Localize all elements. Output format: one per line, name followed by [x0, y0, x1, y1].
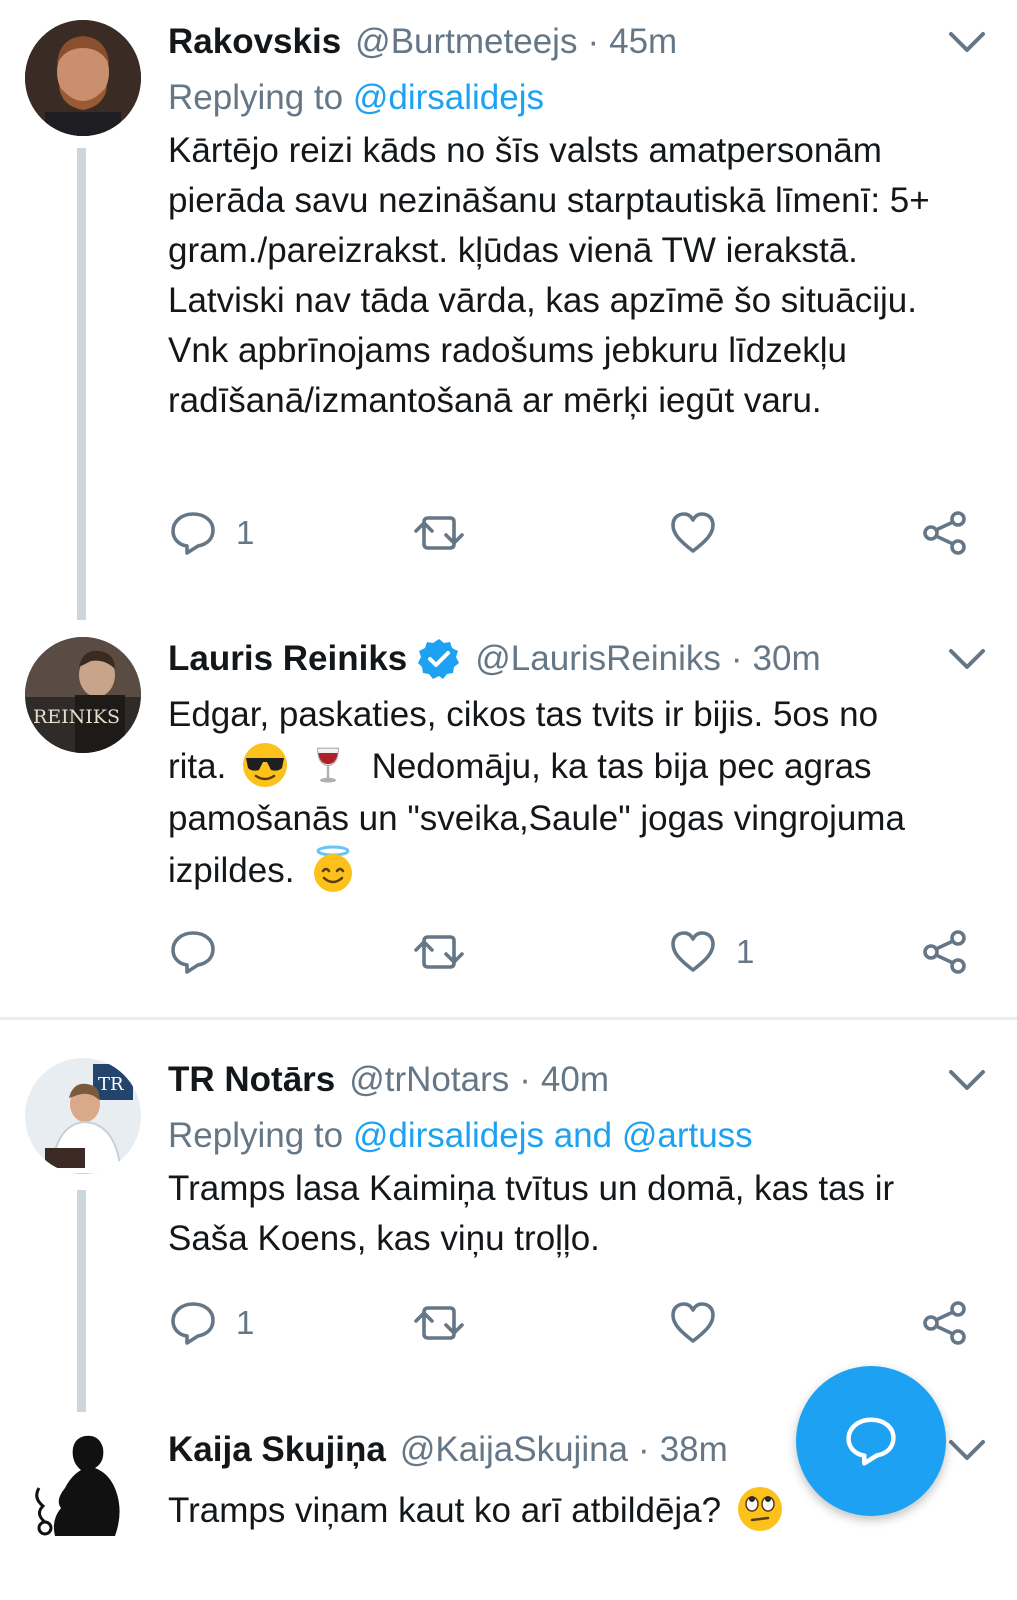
tweet-time[interactable]: 40m [541, 1060, 609, 1100]
tweet-tr-notars[interactable]: TR TR Notārs @trNotars · 40m Replying to… [0, 1040, 1017, 1412]
avatar[interactable]: REINIKS [25, 637, 141, 753]
tweet-text-line: rita. Nedomāju, ka tas bija pec agras [168, 741, 977, 793]
retweet-button[interactable] [414, 1298, 464, 1348]
retweet-icon [414, 1306, 464, 1340]
avatar[interactable] [25, 20, 141, 136]
author-handle[interactable]: @KaijaSkujina [400, 1430, 628, 1470]
like-button[interactable] [668, 1298, 718, 1348]
chevron-down-icon[interactable] [947, 1436, 987, 1464]
tweet-text: Kārtējo reizi kāds no šīs valsts amatper… [168, 131, 930, 420]
wine-glass-emoji-icon [316, 747, 339, 783]
share-icon [923, 1301, 966, 1345]
separator-dot: · [519, 1060, 531, 1099]
share-button[interactable] [920, 927, 970, 977]
tweet-time[interactable]: 30m [753, 639, 821, 679]
retweet-button[interactable] [414, 508, 464, 558]
share-icon [923, 930, 966, 974]
tweet-actions: 1 [168, 927, 977, 977]
heart-icon [671, 931, 715, 972]
author-name[interactable]: Kaija Skujiņa [168, 1430, 386, 1470]
author-handle[interactable]: @LaurisReiniks [475, 639, 721, 679]
tweet-text-segment: rita. [168, 747, 227, 786]
replying-to-label: Replying to [168, 1116, 344, 1155]
separator-dot: · [730, 639, 743, 678]
heart-icon [671, 1302, 715, 1343]
separator-dot: · [638, 1430, 650, 1469]
retweet-icon [414, 935, 464, 969]
tweet-actions: 1 [168, 508, 977, 558]
tweet-text-segment: Tramps viņam kaut ko arī atbildēja? [168, 1491, 722, 1530]
avatar[interactable]: TR [25, 1058, 141, 1174]
author-name[interactable]: Lauris Reiniks [168, 639, 407, 679]
replying-to: Replying to @dirsalidejs [168, 70, 977, 126]
like-button[interactable]: 1 [668, 927, 754, 977]
like-button[interactable] [668, 508, 718, 558]
reply-mention-link[interactable]: @dirsalidejs and @artuss [353, 1116, 753, 1155]
replying-to-label: Replying to [168, 78, 344, 117]
author-handle[interactable]: @Burtmeteejs [355, 22, 577, 62]
reply-icon [171, 931, 215, 974]
tweet-rakovskis[interactable]: Rakovskis @Burtmeteejs · 45m Replying to… [0, 0, 1017, 625]
eye-roll-emoji-icon [737, 1486, 782, 1531]
tweet-actions: 1 [168, 1298, 977, 1348]
like-count: 1 [736, 933, 755, 970]
tweet-text-line: Edgar, paskaties, cikos tas tvits ir bij… [168, 695, 879, 734]
tweet-divider [0, 1017, 1017, 1020]
sunglasses-emoji-icon [243, 742, 288, 787]
reply-mention-link[interactable]: @dirsalidejs [353, 78, 544, 117]
tweet-text-segment: Nedomāju, ka tas bija pec agras [371, 747, 872, 786]
author-handle[interactable]: @trNotars [349, 1060, 509, 1100]
tweet-text-line: pamošanās un "sveika,Saule" jogas vingro… [168, 799, 905, 838]
avatar-text: TR [98, 1074, 124, 1095]
chevron-down-icon[interactable] [947, 28, 987, 56]
thread-line [77, 1190, 86, 1412]
tweet-time[interactable]: 45m [609, 22, 677, 62]
reply-count: 1 [236, 1304, 255, 1341]
tweet-text-segment: izpildes. [168, 851, 295, 890]
chevron-down-icon[interactable] [947, 1066, 987, 1094]
tweet-text: Edgar, paskaties, cikos tas tvits ir bij… [168, 689, 977, 897]
reply-count: 1 [236, 514, 255, 551]
compose-reply-icon [846, 1417, 896, 1466]
share-button[interactable] [920, 508, 970, 558]
author-name[interactable]: TR Notārs [168, 1060, 335, 1100]
avatar-text: REINIKS [33, 706, 120, 728]
reply-icon [171, 1302, 215, 1345]
reply-button[interactable]: 1 [168, 1298, 254, 1348]
verified-badge-icon [418, 639, 460, 679]
avatar[interactable] [25, 1428, 141, 1544]
heart-icon [671, 512, 715, 553]
chevron-down-icon[interactable] [947, 645, 987, 673]
angel-smile-emoji-icon [314, 845, 353, 892]
compose-reply-button[interactable] [796, 1366, 946, 1516]
share-button[interactable] [920, 1298, 970, 1348]
author-name[interactable]: Rakovskis [168, 22, 341, 62]
tweet-time[interactable]: 38m [660, 1430, 728, 1470]
retweet-icon [414, 516, 464, 550]
tweet-text-line: izpildes. [168, 845, 977, 897]
reply-button[interactable] [168, 927, 218, 977]
replying-to: Replying to @dirsalidejs and @artuss [168, 1108, 977, 1164]
share-icon [923, 511, 966, 555]
thread-line [77, 148, 86, 620]
separator-dot: · [587, 22, 600, 61]
tweet-lauris-reiniks[interactable]: REINIKS Lauris Reiniks @LaurisReiniks · … [0, 625, 1017, 1017]
reply-icon [171, 512, 215, 555]
retweet-button[interactable] [414, 927, 464, 977]
reply-button[interactable]: 1 [168, 508, 254, 558]
tweet-text: Tramps lasa Kaimiņa tvītus un domā, kas … [168, 1169, 895, 1258]
